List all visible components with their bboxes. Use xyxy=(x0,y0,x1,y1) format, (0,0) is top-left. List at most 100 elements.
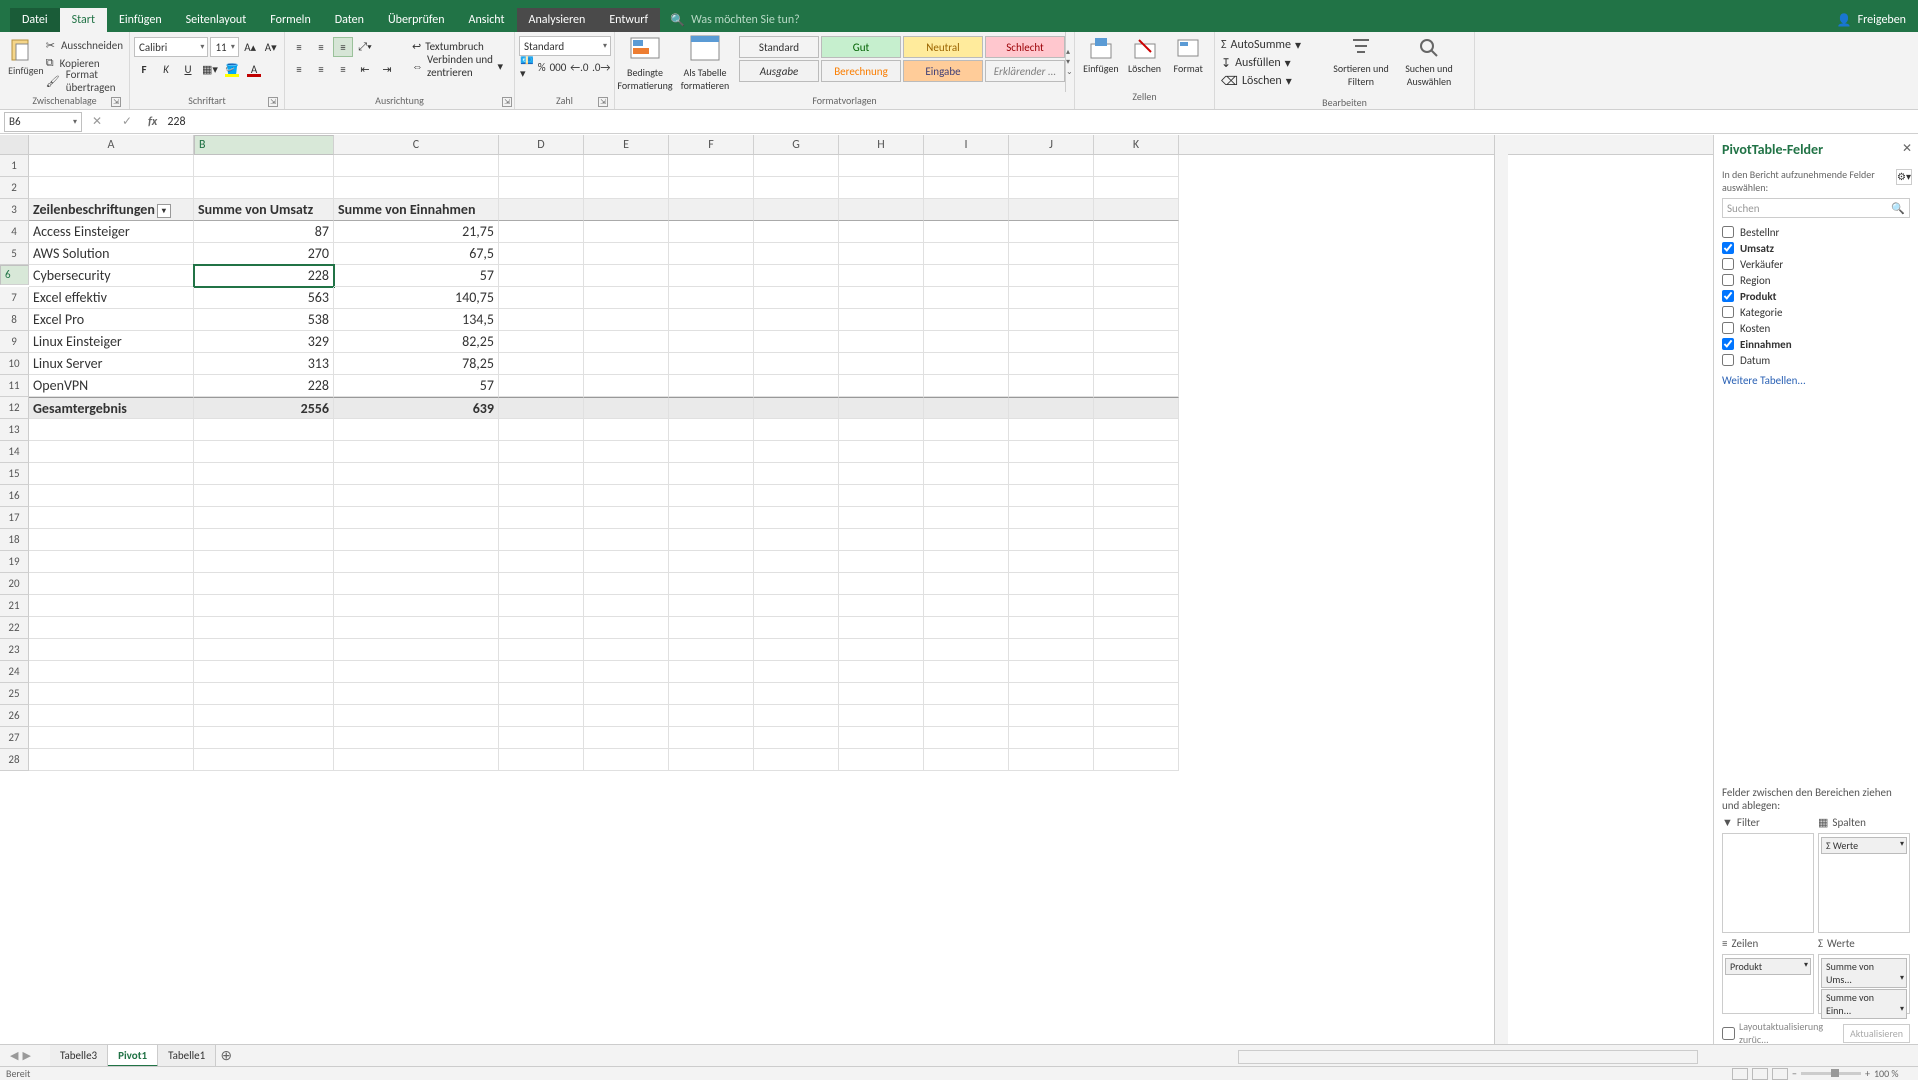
cell[interactable] xyxy=(669,749,754,771)
share-button[interactable]: 👤 Freigeben xyxy=(1837,13,1906,28)
cell[interactable] xyxy=(1009,331,1094,353)
cell[interactable] xyxy=(1094,155,1179,177)
cell[interactable] xyxy=(669,265,754,287)
fill-button[interactable]: ↧Ausfüllen▾ xyxy=(1221,54,1319,72)
cell[interactable] xyxy=(499,265,584,287)
field-label[interactable]: Kosten xyxy=(1740,322,1770,335)
cell[interactable] xyxy=(754,221,839,243)
cell[interactable] xyxy=(924,199,1009,221)
cell[interactable] xyxy=(839,661,924,683)
cell[interactable] xyxy=(1009,617,1094,639)
align-middle-icon[interactable]: ≡ xyxy=(311,37,331,57)
cell[interactable] xyxy=(924,617,1009,639)
tab-daten[interactable]: Daten xyxy=(323,8,376,32)
horizontal-scrollbar[interactable] xyxy=(1238,1050,1698,1064)
cellstyle-neutral[interactable]: Neutral xyxy=(903,36,983,58)
cell[interactable] xyxy=(839,705,924,727)
cell[interactable] xyxy=(1094,221,1179,243)
grow-font-icon[interactable]: A▴ xyxy=(241,37,260,57)
zoom-in-icon[interactable]: + xyxy=(1865,1067,1870,1080)
col-header-g[interactable]: G xyxy=(754,135,839,154)
col-header-b[interactable]: B xyxy=(194,135,334,155)
cell[interactable] xyxy=(754,243,839,265)
cell[interactable] xyxy=(584,705,669,727)
cell[interactable] xyxy=(584,375,669,397)
number-dialog-icon[interactable]: ⇲ xyxy=(598,97,608,107)
cell[interactable] xyxy=(334,507,499,529)
cell[interactable] xyxy=(839,639,924,661)
row-header[interactable]: 24 xyxy=(0,661,29,683)
sheet-tab-tabelle3[interactable]: Tabelle3 xyxy=(50,1045,108,1067)
cell[interactable] xyxy=(924,727,1009,749)
cell[interactable] xyxy=(584,485,669,507)
cell[interactable] xyxy=(1009,705,1094,727)
cell[interactable] xyxy=(194,419,334,441)
field-label[interactable]: Umsatz xyxy=(1740,242,1774,255)
tab-seitenlayout[interactable]: Seitenlayout xyxy=(174,8,259,32)
field-label[interactable]: Kategorie xyxy=(1740,306,1782,319)
cell[interactable] xyxy=(924,551,1009,573)
cell[interactable] xyxy=(194,617,334,639)
cell[interactable] xyxy=(29,661,194,683)
cell[interactable] xyxy=(1094,595,1179,617)
font-name-select[interactable]: Calibri▾ xyxy=(134,37,208,57)
row-header[interactable]: 27 xyxy=(0,727,29,749)
styles-scroll-down-icon[interactable]: ▾ xyxy=(1066,57,1074,67)
align-left-icon[interactable]: ≡ xyxy=(289,59,309,79)
cell[interactable] xyxy=(1009,529,1094,551)
cell[interactable] xyxy=(754,573,839,595)
cell[interactable] xyxy=(499,485,584,507)
cell[interactable] xyxy=(194,573,334,595)
row-header[interactable]: 20 xyxy=(0,573,29,595)
cell[interactable] xyxy=(1094,243,1179,265)
find-select-button[interactable]: Suchen und Auswählen xyxy=(1399,36,1459,90)
cell[interactable] xyxy=(669,375,754,397)
columns-dropzone[interactable]: Σ Werte▾ xyxy=(1818,833,1910,933)
cell[interactable] xyxy=(1094,705,1179,727)
row-header[interactable]: 3 xyxy=(0,199,29,221)
field-checkbox[interactable] xyxy=(1722,290,1734,302)
cell[interactable] xyxy=(499,353,584,375)
insert-cells-button[interactable]: Einfügen xyxy=(1079,36,1123,75)
field-checkbox[interactable] xyxy=(1722,306,1734,318)
styles-more-icon[interactable]: ⌄ xyxy=(1066,67,1074,77)
cell[interactable] xyxy=(669,617,754,639)
cell[interactable] xyxy=(584,177,669,199)
cell[interactable] xyxy=(669,199,754,221)
cell[interactable]: 2556 xyxy=(194,397,334,419)
cell[interactable] xyxy=(924,749,1009,771)
cell[interactable] xyxy=(924,397,1009,419)
clipboard-dialog-icon[interactable]: ⇲ xyxy=(111,97,121,107)
cell[interactable] xyxy=(194,661,334,683)
row-header[interactable]: 15 xyxy=(0,463,29,485)
cell[interactable] xyxy=(839,287,924,309)
tab-ansicht[interactable]: Ansicht xyxy=(457,8,517,32)
cell[interactable] xyxy=(1009,551,1094,573)
cell[interactable]: OpenVPN xyxy=(29,375,194,397)
cell[interactable] xyxy=(1094,617,1179,639)
cell[interactable] xyxy=(1094,551,1179,573)
cell[interactable] xyxy=(839,749,924,771)
defer-layout-checkbox[interactable] xyxy=(1722,1027,1735,1040)
cell[interactable] xyxy=(1009,397,1094,419)
cell[interactable]: 228 xyxy=(194,375,334,397)
cell[interactable]: 270 xyxy=(194,243,334,265)
cancel-icon[interactable]: ✕ xyxy=(92,114,102,129)
values-dropzone[interactable]: Summe von Ums...▾ Summe von Einn...▾ xyxy=(1818,954,1910,1014)
cell[interactable] xyxy=(1094,419,1179,441)
cell[interactable] xyxy=(584,331,669,353)
cell[interactable] xyxy=(839,573,924,595)
cell[interactable]: Gesamtergebnis xyxy=(29,397,194,419)
sheet-nav-next-icon[interactable]: ▶ xyxy=(22,1049,30,1062)
cell[interactable] xyxy=(29,441,194,463)
cell[interactable] xyxy=(194,507,334,529)
cell[interactable] xyxy=(924,265,1009,287)
cell[interactable] xyxy=(669,353,754,375)
cell[interactable] xyxy=(499,397,584,419)
number-format-select[interactable]: Standard▾ xyxy=(519,36,611,56)
cell[interactable] xyxy=(669,485,754,507)
row-header[interactable]: 7 xyxy=(0,287,29,309)
cell[interactable] xyxy=(29,177,194,199)
cell[interactable] xyxy=(924,353,1009,375)
cell[interactable] xyxy=(499,529,584,551)
